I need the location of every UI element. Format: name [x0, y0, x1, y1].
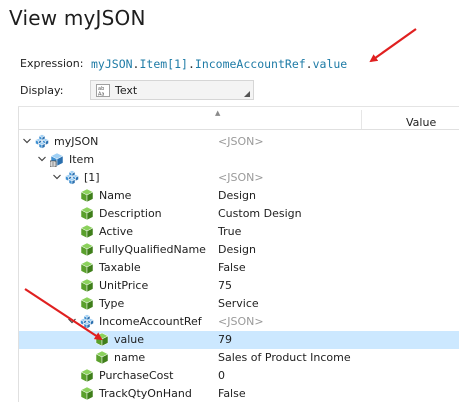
- row-name: Type: [99, 297, 125, 310]
- row-name: TrackQtyOnHand: [99, 387, 192, 400]
- row-value: 79: [218, 333, 232, 346]
- row-name: PurchaseCost: [99, 369, 174, 382]
- value-cube-icon: [80, 368, 94, 383]
- dropdown-arrow-icon[interactable]: [244, 91, 250, 97]
- row-value: False: [218, 387, 246, 400]
- tree-header: ▲ Value: [19, 107, 459, 130]
- value-column-header[interactable]: Value: [406, 116, 436, 129]
- row-name: UnitPrice: [99, 279, 149, 292]
- row-name: name: [114, 351, 146, 364]
- row-name: value: [114, 333, 145, 346]
- arrow-to-expression: [369, 28, 417, 63]
- tree-row[interactable]: PurchaseCost 0: [19, 367, 459, 385]
- expression-input[interactable]: myJSON.Item[1].IncomeAccountRef.value: [91, 57, 347, 71]
- row-name: myJSON: [54, 135, 99, 148]
- value-cube-icon: [80, 242, 94, 257]
- expression-leaf: value: [312, 57, 348, 71]
- row-value: Custom Design: [218, 207, 302, 220]
- tree-row[interactable]: myJSON <JSON>: [19, 133, 459, 151]
- tree-row[interactable]: Description Custom Design: [19, 205, 459, 223]
- expression-item: Item[1]: [139, 57, 188, 71]
- value-cube-icon: [95, 332, 109, 347]
- row-value: <JSON>: [218, 135, 264, 148]
- expression-member: IncomeAccountRef: [194, 57, 306, 71]
- tree-row[interactable]: TrackQtyOnHand False: [19, 385, 459, 403]
- value-cube-icon: [80, 206, 94, 221]
- row-name: Description: [99, 207, 162, 220]
- value-cube-icon: [80, 278, 94, 293]
- tree-row[interactable]: name Sales of Product Income: [19, 349, 459, 367]
- row-name: Active: [99, 225, 134, 238]
- tree-row[interactable]: Type Service: [19, 295, 459, 313]
- row-value: True: [218, 225, 242, 238]
- row-value: <JSON>: [218, 171, 264, 184]
- tree-row[interactable]: UnitPrice 75: [19, 277, 459, 295]
- text-format-icon: ab Aa: [96, 84, 110, 97]
- object-cube-icon: [65, 170, 79, 185]
- header-border: [19, 129, 459, 130]
- display-label: Display:: [20, 84, 64, 97]
- value-cube-icon: [80, 188, 94, 203]
- row-name: FullyQualifiedName: [99, 243, 206, 256]
- object-cube-icon: [80, 314, 94, 329]
- row-value: Sales of Product Income: [218, 351, 351, 364]
- row-value: Service: [218, 297, 259, 310]
- tree-row[interactable]: FullyQualifiedName Design: [19, 241, 459, 259]
- row-name: Item: [69, 153, 95, 166]
- expression-dot: .: [187, 57, 195, 71]
- row-value: <JSON>: [218, 315, 264, 328]
- row-value: Design: [218, 243, 256, 256]
- row-value: Design: [218, 189, 256, 202]
- row-name: IncomeAccountRef: [99, 315, 202, 328]
- value-cube-icon: [95, 350, 109, 365]
- chevron-down-icon[interactable]: [37, 154, 47, 164]
- value-cube-icon: [80, 386, 94, 401]
- svg-text:Aa: Aa: [98, 92, 104, 98]
- display-select[interactable]: ab Aa Text: [90, 80, 254, 100]
- sort-indicator-icon[interactable]: ▲: [215, 109, 220, 117]
- expression-dot: .: [305, 57, 313, 71]
- row-name: [1]: [84, 171, 100, 184]
- row-name: Name: [99, 189, 132, 202]
- expression-root: myJSON: [91, 57, 133, 71]
- tree-row[interactable]: Name Design: [19, 187, 459, 205]
- chevron-down-icon[interactable]: [22, 136, 32, 146]
- chevron-down-icon[interactable]: [52, 172, 62, 182]
- tree-row[interactable]: IncomeAccountRef <JSON>: [19, 313, 459, 331]
- display-value: Text: [115, 84, 138, 97]
- tree-row[interactable]: Item: [19, 151, 459, 169]
- row-value: 0: [218, 369, 225, 382]
- value-cube-icon: [80, 296, 94, 311]
- chevron-down-icon[interactable]: [67, 316, 77, 326]
- object-cube-icon: [35, 134, 49, 149]
- row-value: 75: [218, 279, 232, 292]
- row-name: Taxable: [99, 261, 141, 274]
- tree-row[interactable]: Active True: [19, 223, 459, 241]
- window-title: View myJSON: [9, 6, 146, 30]
- tree-row[interactable]: value 79: [19, 331, 459, 349]
- column-divider[interactable]: [361, 110, 362, 129]
- tree-row[interactable]: [1] <JSON>: [19, 169, 459, 187]
- row-value: False: [218, 261, 246, 274]
- tree-row[interactable]: Taxable False: [19, 259, 459, 277]
- value-cube-icon: [80, 260, 94, 275]
- expression-label: Expression:: [20, 57, 84, 70]
- json-tree[interactable]: ▲ Value myJSON <JSON> Item [1] <JSON> Name Des…: [18, 107, 459, 402]
- array-cube-icon: [50, 152, 64, 167]
- value-cube-icon: [80, 224, 94, 239]
